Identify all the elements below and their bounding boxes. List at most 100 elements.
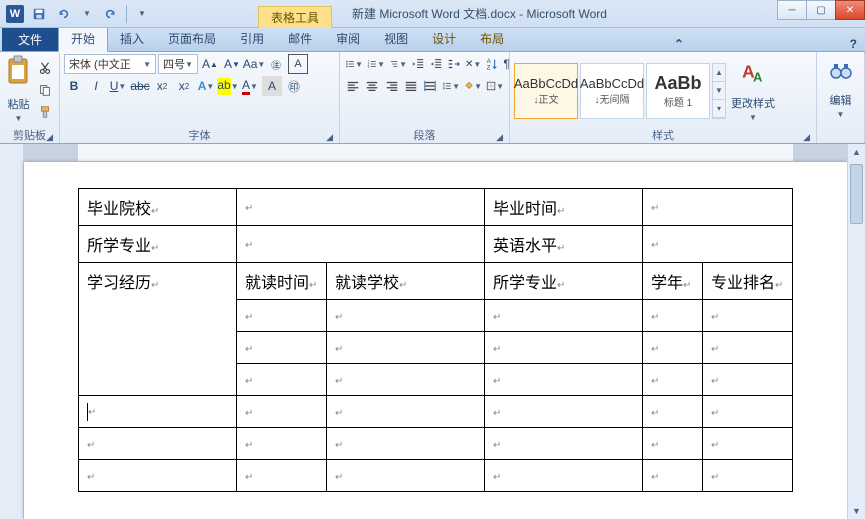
decrease-indent-button[interactable] — [410, 54, 426, 74]
maximize-button[interactable]: ▢ — [806, 0, 836, 20]
close-button[interactable]: ✕ — [835, 0, 865, 20]
undo-icon[interactable] — [54, 5, 72, 23]
shading-button[interactable]: ▼ — [463, 76, 483, 96]
font-size-combobox[interactable]: 四号▼ — [158, 54, 198, 74]
clipboard-dialog-launcher[interactable]: ◢ — [46, 132, 53, 143]
paragraph-dialog-launcher[interactable]: ◢ — [496, 132, 503, 143]
table-cell[interactable] — [237, 300, 327, 332]
table-cell[interactable] — [643, 460, 703, 492]
minimize-ribbon-icon[interactable]: ⌃ — [666, 37, 692, 51]
bold-button[interactable]: B — [64, 76, 84, 96]
style-no-spacing[interactable]: AaBbCcDd ↓无间隔 — [580, 63, 644, 119]
table-cell[interactable] — [485, 428, 643, 460]
grow-font-button[interactable]: A▲ — [200, 54, 220, 74]
character-border-button[interactable]: A — [288, 54, 308, 74]
character-shading-button[interactable]: A — [262, 76, 282, 96]
highlight-button[interactable]: ab▼ — [218, 76, 238, 96]
copy-icon[interactable] — [35, 80, 55, 100]
document-table[interactable]: 毕业院校 毕业时间 所学专业 英语水平 学习经历 就读时间 就读学校 所学专业 … — [78, 188, 793, 492]
table-cell[interactable]: 就读时间 — [237, 263, 327, 300]
table-cell[interactable] — [237, 364, 327, 396]
table-cell[interactable] — [327, 396, 485, 428]
distributed-button[interactable] — [422, 76, 439, 96]
table-row[interactable]: 毕业院校 毕业时间 — [79, 189, 793, 226]
scroll-up-icon[interactable]: ▲ — [848, 144, 865, 160]
table-cell[interactable] — [485, 332, 643, 364]
tab-view[interactable]: 视图 — [372, 26, 420, 51]
page[interactable]: 毕业院校 毕业时间 所学专业 英语水平 学习经历 就读时间 就读学校 所学专业 … — [24, 162, 847, 519]
table-cell[interactable] — [643, 428, 703, 460]
tab-page-layout[interactable]: 页面布局 — [156, 26, 228, 51]
tab-mail[interactable]: 邮件 — [276, 26, 324, 51]
tab-table-design[interactable]: 设计 — [420, 26, 468, 51]
table-cell[interactable] — [237, 226, 485, 263]
help-icon[interactable]: ? — [842, 37, 865, 51]
multilevel-list-button[interactable]: ▼ — [388, 54, 408, 74]
table-cell[interactable] — [79, 396, 237, 428]
table-cell[interactable]: 毕业时间 — [485, 189, 643, 226]
tab-insert[interactable]: 插入 — [108, 26, 156, 51]
table-cell[interactable] — [327, 300, 485, 332]
table-cell[interactable]: 学习经历 — [79, 263, 237, 396]
borders-button[interactable]: ▼ — [485, 76, 505, 96]
tab-review[interactable]: 审阅 — [324, 26, 372, 51]
table-row[interactable] — [79, 460, 793, 492]
font-dialog-launcher[interactable]: ◢ — [326, 132, 333, 143]
asian-layout-button[interactable]: ✕▼ — [464, 54, 482, 74]
cut-icon[interactable] — [35, 58, 55, 78]
find-button[interactable]: 编辑 ▼ — [821, 54, 860, 124]
table-cell[interactable] — [643, 364, 703, 396]
strikethrough-button[interactable]: abc — [130, 76, 150, 96]
table-cell[interactable] — [643, 189, 793, 226]
redo-icon[interactable] — [102, 5, 120, 23]
superscript-button[interactable]: x2 — [174, 76, 194, 96]
align-center-button[interactable] — [363, 76, 380, 96]
table-cell[interactable] — [237, 460, 327, 492]
table-cell[interactable] — [643, 396, 703, 428]
table-cell[interactable] — [485, 364, 643, 396]
table-cell[interactable] — [703, 396, 793, 428]
table-cell[interactable] — [79, 428, 237, 460]
sort-button[interactable]: AZ — [484, 54, 500, 74]
table-cell[interactable] — [485, 460, 643, 492]
tab-references[interactable]: 引用 — [228, 26, 276, 51]
table-cell[interactable]: 就读学校 — [327, 263, 485, 300]
bullets-button[interactable]: ▼ — [344, 54, 364, 74]
style-normal[interactable]: AaBbCcDd ↓正文 — [514, 63, 578, 119]
scroll-down-icon[interactable]: ▼ — [848, 503, 865, 519]
vertical-scrollbar[interactable]: ▲ ▼ — [847, 144, 865, 519]
table-cell[interactable] — [485, 300, 643, 332]
style-heading1[interactable]: AaBb 标题 1 — [646, 63, 710, 119]
paste-button[interactable]: 粘贴 ▼ — [4, 54, 33, 124]
table-cell[interactable]: 专业排名 — [703, 263, 793, 300]
shrink-font-button[interactable]: A▼ — [222, 54, 242, 74]
table-cell[interactable] — [643, 226, 793, 263]
numbering-button[interactable]: 123▼ — [366, 54, 386, 74]
minimize-button[interactable]: ─ — [777, 0, 807, 20]
table-cell[interactable] — [703, 300, 793, 332]
text-effects-button[interactable]: A▼ — [196, 76, 216, 96]
table-cell[interactable] — [703, 332, 793, 364]
tab-file[interactable]: 文件 — [2, 27, 58, 51]
increase-indent-button[interactable] — [428, 54, 444, 74]
table-cell[interactable]: 所学专业 — [485, 263, 643, 300]
table-cell[interactable]: 学年 — [643, 263, 703, 300]
table-cell[interactable] — [237, 396, 327, 428]
table-cell[interactable] — [485, 396, 643, 428]
save-icon[interactable] — [30, 5, 48, 23]
undo-dropdown-icon[interactable]: ▼ — [78, 5, 96, 23]
table-cell[interactable]: 所学专业 — [79, 226, 237, 263]
tab-home[interactable]: 开始 — [58, 25, 108, 52]
table-cell[interactable] — [237, 189, 485, 226]
table-cell[interactable] — [327, 332, 485, 364]
underline-button[interactable]: U▼ — [108, 76, 128, 96]
tab-table-layout[interactable]: 布局 — [468, 26, 516, 51]
table-cell[interactable] — [237, 332, 327, 364]
ltr-button[interactable] — [446, 54, 462, 74]
italic-button[interactable]: I — [86, 76, 106, 96]
change-styles-button[interactable]: AA 更改样式 ▼ — [728, 56, 778, 126]
table-cell[interactable] — [643, 332, 703, 364]
align-left-button[interactable] — [344, 76, 361, 96]
qat-customize-icon[interactable]: ▼ — [133, 5, 151, 23]
table-cell[interactable] — [703, 428, 793, 460]
